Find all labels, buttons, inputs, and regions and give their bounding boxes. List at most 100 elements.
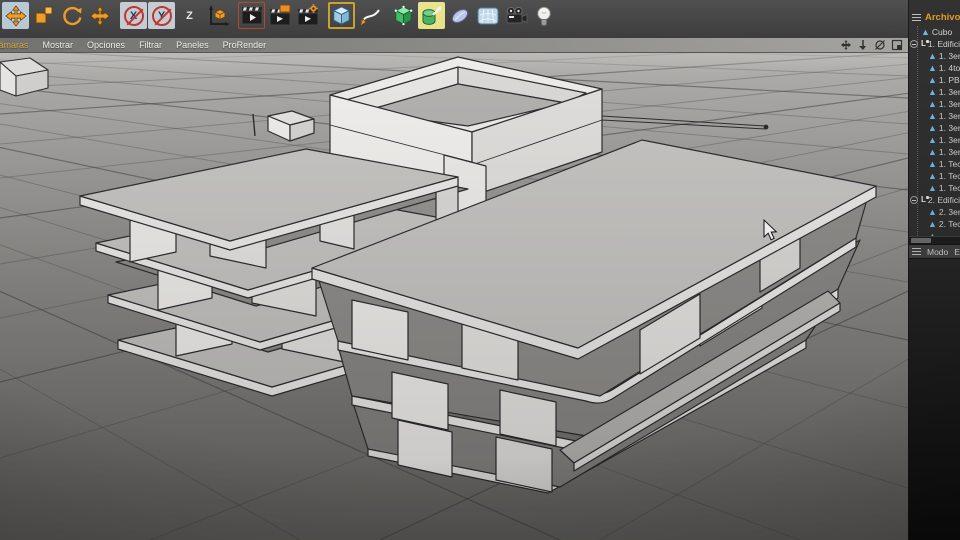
object-row-edificio-2[interactable]: L2. Edificio xyxy=(909,194,960,206)
viewport-menubar: Cámaras Mostrar Opciones Filtrar Paneles… xyxy=(0,38,908,53)
light-bulb-icon xyxy=(532,4,556,28)
subdivision-surface-button[interactable] xyxy=(390,2,417,29)
polygon-object-icon: ▲ xyxy=(928,184,937,193)
polygon-object-icon: ▲ xyxy=(928,76,937,85)
render-picture-viewer-icon xyxy=(268,4,292,28)
object-row[interactable]: ▲1. 3er xyxy=(909,50,960,62)
collapse-toggle-icon[interactable] xyxy=(910,40,918,48)
menu-opciones[interactable]: Opciones xyxy=(80,40,132,50)
extrude-generator-button[interactable] xyxy=(418,2,445,29)
object-row[interactable]: ▲1. 3er p xyxy=(909,122,960,134)
object-manager-panel: Archivo ▲Cubo L1. Edificio ▲1. 3er ▲1. 4… xyxy=(908,0,960,540)
menu-camaras[interactable]: Cámaras xyxy=(0,40,36,50)
viewport-scene[interactable] xyxy=(0,0,908,540)
object-row-cubo[interactable]: ▲Cubo xyxy=(909,26,960,38)
toggle-view-icon[interactable] xyxy=(891,39,903,51)
rotate-icon xyxy=(60,4,84,28)
object-manager-header: Archivo xyxy=(909,0,960,26)
floor-environment-button[interactable] xyxy=(474,2,501,29)
attribute-manager-menubar: Modo Editar xyxy=(909,244,960,259)
menu-mostrar[interactable]: Mostrar xyxy=(36,40,81,50)
polygon-object-icon: ▲ xyxy=(928,208,937,217)
object-row[interactable]: ▲1. Techo xyxy=(909,158,960,170)
polygon-object-icon: ▲ xyxy=(928,64,937,73)
extrude-generator-icon xyxy=(420,4,444,28)
polygon-object-icon: ▲ xyxy=(928,100,937,109)
render-picture-viewer-button[interactable] xyxy=(266,2,293,29)
pen-icon xyxy=(358,4,382,28)
horizontal-scrollbar[interactable] xyxy=(909,236,960,244)
light-button[interactable] xyxy=(530,2,557,29)
move-icon xyxy=(4,4,28,28)
polygon-object-icon: ▲ xyxy=(928,124,937,133)
cinema4d-window: X Y Z xyxy=(0,0,960,540)
move-icon xyxy=(89,5,111,27)
object-row[interactable]: ▲1. 3er pi xyxy=(909,146,960,158)
object-row[interactable]: ▲ xyxy=(909,230,960,236)
bend-deformer-button[interactable] xyxy=(446,2,473,29)
panel-menu-icon[interactable] xyxy=(912,14,921,21)
pen-spline-tool-button[interactable] xyxy=(356,2,383,29)
menu-paneles[interactable]: Paneles xyxy=(169,40,216,50)
coordinate-system-icon xyxy=(206,4,230,28)
object-row[interactable]: ▲2. 3er piso xyxy=(909,206,960,218)
menu-editar[interactable]: Editar xyxy=(954,247,960,257)
x-axis-prohibit-icon: X xyxy=(124,6,144,26)
subdivision-surface-icon xyxy=(392,4,415,27)
pan-view-icon[interactable] xyxy=(840,39,852,51)
z-axis-lock-button[interactable]: Z xyxy=(176,2,203,29)
move-tool-button[interactable] xyxy=(2,2,29,29)
polygon-object-icon: ▲ xyxy=(928,136,937,145)
object-row[interactable]: ▲1. 3er p xyxy=(909,110,960,122)
null-object-icon: L xyxy=(921,40,926,48)
render-settings-icon xyxy=(296,4,320,28)
polygon-object-icon: ▲ xyxy=(928,220,937,229)
cube-primitive-icon xyxy=(330,4,353,27)
add-cube-primitive-button[interactable] xyxy=(328,2,355,29)
object-row-edificio-1[interactable]: L1. Edificio xyxy=(909,38,960,50)
x-axis-lock-button[interactable]: X xyxy=(120,2,147,29)
panel-menu-icon[interactable] xyxy=(912,248,921,255)
render-view-button[interactable] xyxy=(238,2,265,29)
object-tree: ▲Cubo L1. Edificio ▲1. 3er ▲1. 4to ▲1. P… xyxy=(909,26,960,236)
object-row[interactable]: ▲1. 4to xyxy=(909,62,960,74)
menu-filtrar[interactable]: Filtrar xyxy=(132,40,169,50)
bend-deformer-icon xyxy=(448,4,472,28)
rotate-view-icon[interactable] xyxy=(874,39,886,51)
object-row[interactable]: ▲1. Techo 2 xyxy=(909,170,960,182)
polygon-object-icon: ▲ xyxy=(921,28,930,37)
object-row[interactable]: ▲1. Techo 2 xyxy=(909,182,960,194)
scrollbar-thumb[interactable] xyxy=(911,238,931,243)
attribute-manager-empty-area xyxy=(909,259,960,540)
object-row[interactable]: ▲1. 3er p xyxy=(909,98,960,110)
polygon-object-icon: ▲ xyxy=(928,112,937,121)
y-axis-prohibit-icon: Y xyxy=(152,6,172,26)
main-toolbar: X Y Z xyxy=(0,0,908,38)
coordinate-system-button[interactable] xyxy=(204,2,231,29)
polygon-object-icon: ▲ xyxy=(928,88,937,97)
polygon-object-icon: ▲ xyxy=(928,52,937,61)
menu-prorender[interactable]: ProRender xyxy=(216,40,274,50)
scale-icon xyxy=(32,4,56,28)
render-settings-button[interactable] xyxy=(294,2,321,29)
collapse-toggle-icon[interactable] xyxy=(910,196,918,204)
render-view-icon xyxy=(240,4,264,28)
null-object-icon: L xyxy=(921,196,926,204)
polygon-object-icon: ▲ xyxy=(928,172,937,181)
rotate-tool-button[interactable] xyxy=(58,2,85,29)
camera-button[interactable] xyxy=(502,2,529,29)
floor-grid-icon xyxy=(476,4,500,28)
camera-icon xyxy=(504,4,528,28)
polygon-object-icon: ▲ xyxy=(928,160,937,169)
zoom-view-icon[interactable] xyxy=(857,39,869,51)
scale-tool-button[interactable] xyxy=(30,2,57,29)
menu-modo[interactable]: Modo xyxy=(927,247,948,257)
object-manager-menu-archivo[interactable]: Archivo xyxy=(925,12,960,23)
object-row[interactable]: ▲1. PB xyxy=(909,74,960,86)
last-used-move-tool-button[interactable] xyxy=(86,2,113,29)
object-row[interactable]: ▲2. Techo 2 xyxy=(909,218,960,230)
object-row[interactable]: ▲1. 3er pi xyxy=(909,134,960,146)
viewport-nav-controls xyxy=(840,39,903,51)
object-row[interactable]: ▲1. 3er p xyxy=(909,86,960,98)
y-axis-lock-button[interactable]: Y xyxy=(148,2,175,29)
